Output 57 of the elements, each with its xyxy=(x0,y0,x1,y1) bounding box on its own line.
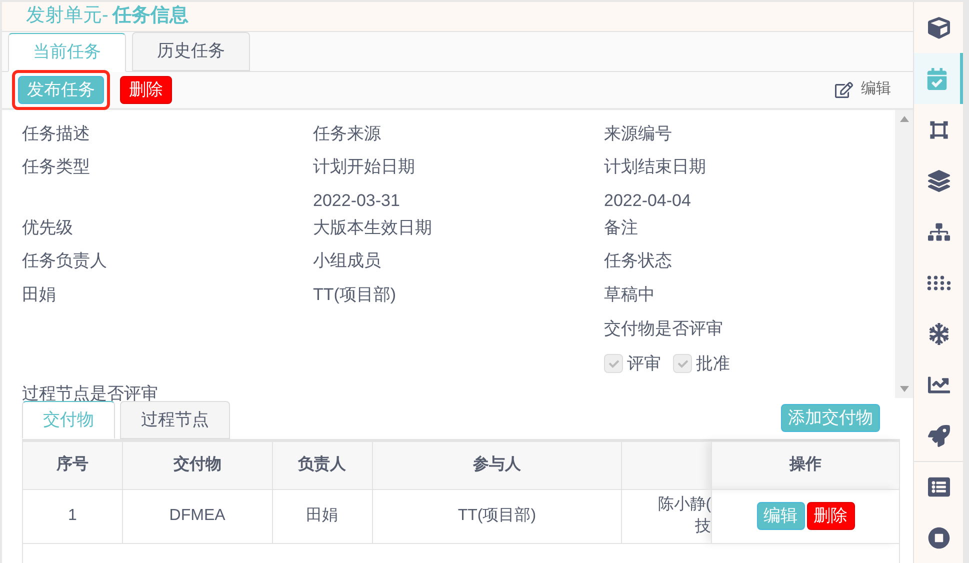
tab[interactable]: 交付物 xyxy=(22,400,115,438)
field-label: 任务来源 xyxy=(313,124,382,144)
frame-icon xyxy=(928,118,950,140)
table-cell: DFMEA xyxy=(122,489,272,543)
column-header: 交付物 xyxy=(122,441,272,489)
tab[interactable]: 历史任务 xyxy=(132,32,250,70)
calendar-check-icon xyxy=(926,68,948,90)
field-label: 任务负责人 xyxy=(22,250,108,270)
tab[interactable]: 过程节点 xyxy=(120,400,230,438)
scroll-up-icon xyxy=(900,116,908,122)
field-value: 2022-03-31 xyxy=(313,190,401,210)
field-label: 计划开始日期 xyxy=(313,156,416,176)
title-prefix: 发射单元- xyxy=(26,4,108,28)
field-label: 任务类型 xyxy=(22,156,91,176)
field-value: 2022-04-04 xyxy=(604,190,692,210)
field-label: 计划结束日期 xyxy=(604,156,707,176)
field-label: 任务描述 xyxy=(22,124,91,144)
column-header: 参与人 xyxy=(372,441,622,489)
table-cell: 田娟 xyxy=(272,489,372,543)
check-icon xyxy=(678,358,688,369)
delete-button[interactable]: 删除 xyxy=(120,76,172,104)
table-cell: 陈小静( 技 xyxy=(622,489,712,543)
sitemap-icon xyxy=(928,220,950,242)
field-label: 交付物是否评审 xyxy=(604,318,724,340)
delete-button[interactable]: 删除 xyxy=(806,502,855,530)
publish-button[interactable]: 发布任务 xyxy=(18,76,104,104)
edit-button[interactable]: 编辑 xyxy=(756,502,805,530)
page-title: 任务信息 xyxy=(112,4,188,28)
column-header: 操作 xyxy=(712,441,900,489)
field-value: TT(项目部) xyxy=(313,284,398,304)
scrollbar[interactable] xyxy=(895,110,913,398)
add-deliverable-button[interactable]: 添加交付物 xyxy=(781,404,880,432)
field-label: 任务状态 xyxy=(604,250,673,270)
list-icon xyxy=(928,476,950,498)
field-label: 优先级 xyxy=(22,218,74,238)
rocket-icon xyxy=(928,424,950,446)
checkbox-label: 评审 xyxy=(627,353,661,375)
field-value: 田娟 xyxy=(22,284,57,304)
layers-icon xyxy=(928,170,950,192)
field-label: 小组成员 xyxy=(313,250,382,270)
column-header: 序号 xyxy=(22,441,122,489)
field-label: 备注 xyxy=(604,218,639,238)
dots-icon xyxy=(926,274,952,292)
field-label: 大版本生效日期 xyxy=(313,218,433,238)
column-header: 负责人 xyxy=(272,441,372,489)
edit-button[interactable]: 编辑 xyxy=(835,78,891,101)
tab[interactable]: 当前任务 xyxy=(8,32,126,72)
checkbox-label: 批准 xyxy=(696,353,730,375)
check-icon xyxy=(608,358,618,369)
snowflake-icon xyxy=(928,322,950,344)
field-value: 草稿中 xyxy=(604,284,656,304)
table-cell: TT(项目部) xyxy=(372,489,622,543)
field-label: 来源编号 xyxy=(604,124,673,144)
cube-icon xyxy=(928,16,950,38)
edit-icon xyxy=(835,80,853,98)
table-cell: 1 xyxy=(22,489,122,543)
scroll-down-icon xyxy=(900,386,908,392)
